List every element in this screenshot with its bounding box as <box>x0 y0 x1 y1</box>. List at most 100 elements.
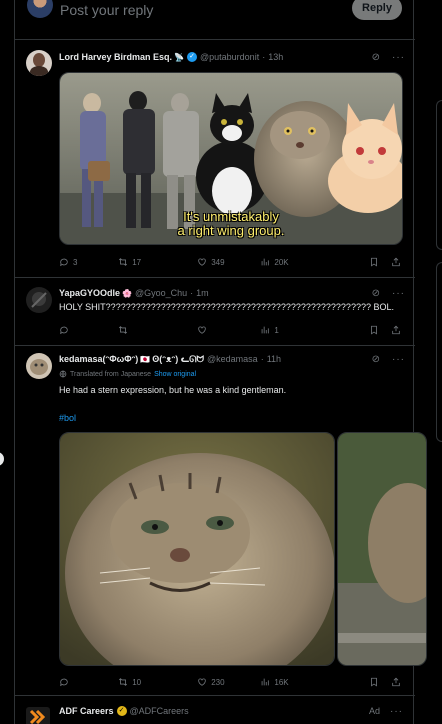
more-options-icon[interactable]: ··· <box>392 288 405 299</box>
like-action[interactable] <box>197 325 260 335</box>
author-name[interactable]: kedamasa(ᵔΦωΦᵔ) <box>59 354 138 364</box>
more-options-icon[interactable]: ··· <box>390 706 403 717</box>
share-icon <box>392 677 400 687</box>
share-icon <box>392 325 400 335</box>
views-action[interactable]: 20K <box>260 257 369 267</box>
like-count: 349 <box>211 257 225 267</box>
bookmark-icon <box>371 677 377 687</box>
translation-notice: Translated from Japanese Show original <box>59 370 196 378</box>
grok-icon[interactable]: ⊘ <box>372 354 380 365</box>
avatar[interactable] <box>26 353 52 379</box>
tweet[interactable]: YapaGYOOdle 🌸 @Gyoo_Chu · 1m ⊘ ··· HOLY … <box>15 278 415 346</box>
avatar[interactable] <box>26 707 50 724</box>
tweet-time[interactable]: 1m <box>196 288 209 298</box>
like-action[interactable]: 349 <box>197 257 260 267</box>
scroll-handle[interactable] <box>0 452 4 466</box>
show-original-link[interactable]: Show original <box>154 371 196 378</box>
tweet-time[interactable]: 13h <box>268 52 283 62</box>
verified-badge-icon: ✓ <box>187 52 198 62</box>
image-caption-line: a right wing group. <box>177 223 285 238</box>
conversation-column: Post your reply Reply Lord Harvey Birdma… <box>14 0 427 724</box>
verified-badge-icon: ✓ <box>116 706 127 716</box>
side-panel-edge <box>436 100 442 250</box>
reply-icon <box>60 258 68 267</box>
heart-icon <box>198 258 206 266</box>
bookmark-action[interactable] <box>369 257 383 267</box>
tweet-image[interactable] <box>337 432 427 666</box>
separator: · <box>260 354 264 364</box>
globe-icon <box>59 370 67 378</box>
views-action[interactable]: 16K <box>260 677 369 687</box>
like-count: 230 <box>211 677 225 687</box>
repost-icon <box>119 326 128 334</box>
tweet-actions: 3 17 349 20K <box>59 255 405 269</box>
author-handle[interactable]: @putaburdonit <box>200 52 259 62</box>
author-handle[interactable]: @kedamasa <box>207 354 258 364</box>
repost-count: 17 <box>132 257 142 267</box>
views-icon <box>262 678 270 686</box>
heart-icon <box>198 326 206 334</box>
separator: · <box>190 288 194 298</box>
heart-icon <box>198 678 206 686</box>
views-count: 20K <box>274 257 289 267</box>
reply-icon <box>60 326 68 335</box>
name-emoji: 📡 <box>174 52 185 62</box>
tweet-image[interactable]: It's unmistakably a right wing group. <box>59 72 403 245</box>
tweet[interactable]: kedamasa(ᵔΦωΦᵔ) 🇯🇵 ʘ(ᵔᴥᵔ) ᓚᘏᗢ @kedamasa … <box>15 346 427 696</box>
repost-action[interactable]: 17 <box>118 257 197 267</box>
share-icon <box>392 257 400 267</box>
avatar <box>27 0 53 18</box>
more-options-icon[interactable]: ··· <box>392 52 405 63</box>
tweet-header: Lord Harvey Birdman Esq. 📡 ✓ @putaburdon… <box>59 50 405 64</box>
more-options-icon[interactable]: ··· <box>392 354 405 365</box>
tweet-header: YapaGYOOdle 🌸 @Gyoo_Chu · 1m ⊘ ··· <box>59 286 405 300</box>
grok-icon[interactable]: ⊘ <box>372 52 380 63</box>
like-action[interactable]: 230 <box>197 677 260 687</box>
name-emoji: 🌸 <box>122 288 132 298</box>
side-panel-edge <box>436 262 442 442</box>
bookmark-action[interactable] <box>369 325 383 335</box>
author-name-suffix: ʘ(ᵔᴥᵔ) ᓚᘏᗢ <box>152 353 205 364</box>
avatar[interactable] <box>26 287 52 313</box>
bookmark-action[interactable] <box>369 677 383 687</box>
share-action[interactable] <box>391 257 405 267</box>
reply-input[interactable]: Post your reply <box>60 2 153 18</box>
repost-action[interactable] <box>118 325 197 335</box>
tweet-text: He had a stern expression, but he was a … <box>59 385 287 395</box>
reply-action[interactable] <box>59 325 118 335</box>
tweet-time[interactable]: 11h <box>267 354 281 364</box>
author-name[interactable]: ADF Careers <box>59 706 114 716</box>
image-caption-line: It's unmistakably <box>183 209 279 224</box>
bookmark-icon <box>371 325 377 335</box>
hashtag-link[interactable]: #bol <box>59 412 405 424</box>
author-handle[interactable]: @Gyoo_Chu <box>135 288 187 298</box>
bookmark-icon <box>371 257 377 267</box>
tweet-image[interactable] <box>59 432 335 666</box>
name-emoji: 🇯🇵 <box>140 354 151 364</box>
reply-button[interactable]: Reply <box>352 0 402 20</box>
translated-label: Translated from Japanese <box>70 370 152 378</box>
views-count: 1 <box>274 325 279 335</box>
tweet-actions: 10 230 16K <box>59 675 405 689</box>
grok-icon[interactable]: ⊘ <box>372 288 380 299</box>
share-action[interactable] <box>391 677 405 687</box>
author-handle[interactable]: @ADFCareers <box>130 706 189 716</box>
tweet-text: HOLY SHIT???????????????????????????????… <box>59 302 394 312</box>
repost-count: 10 <box>132 677 142 687</box>
repost-icon <box>119 258 128 266</box>
views-action[interactable]: 1 <box>260 325 369 335</box>
share-action[interactable] <box>391 325 405 335</box>
reply-action[interactable] <box>59 677 118 687</box>
repost-action[interactable]: 10 <box>118 677 197 687</box>
views-icon <box>262 326 270 334</box>
reply-composer: Post your reply Reply <box>15 0 415 40</box>
repost-icon <box>119 678 128 686</box>
tweet[interactable]: Lord Harvey Birdman Esq. 📡 ✓ @putaburdon… <box>15 40 415 278</box>
reply-icon <box>60 678 68 687</box>
author-name[interactable]: YapaGYOOdle <box>59 288 120 298</box>
avatar[interactable] <box>26 50 52 76</box>
author-name[interactable]: Lord Harvey Birdman Esq. <box>59 52 172 62</box>
views-count: 16K <box>274 677 289 687</box>
reply-action[interactable]: 3 <box>59 257 118 267</box>
separator: · <box>262 52 266 62</box>
